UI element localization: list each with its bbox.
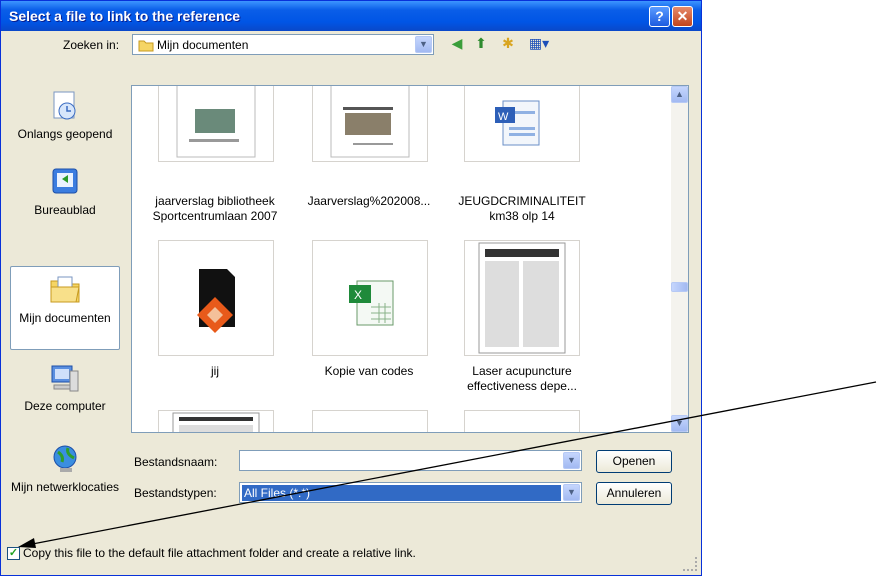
annotation-arrow [18,381,877,548]
